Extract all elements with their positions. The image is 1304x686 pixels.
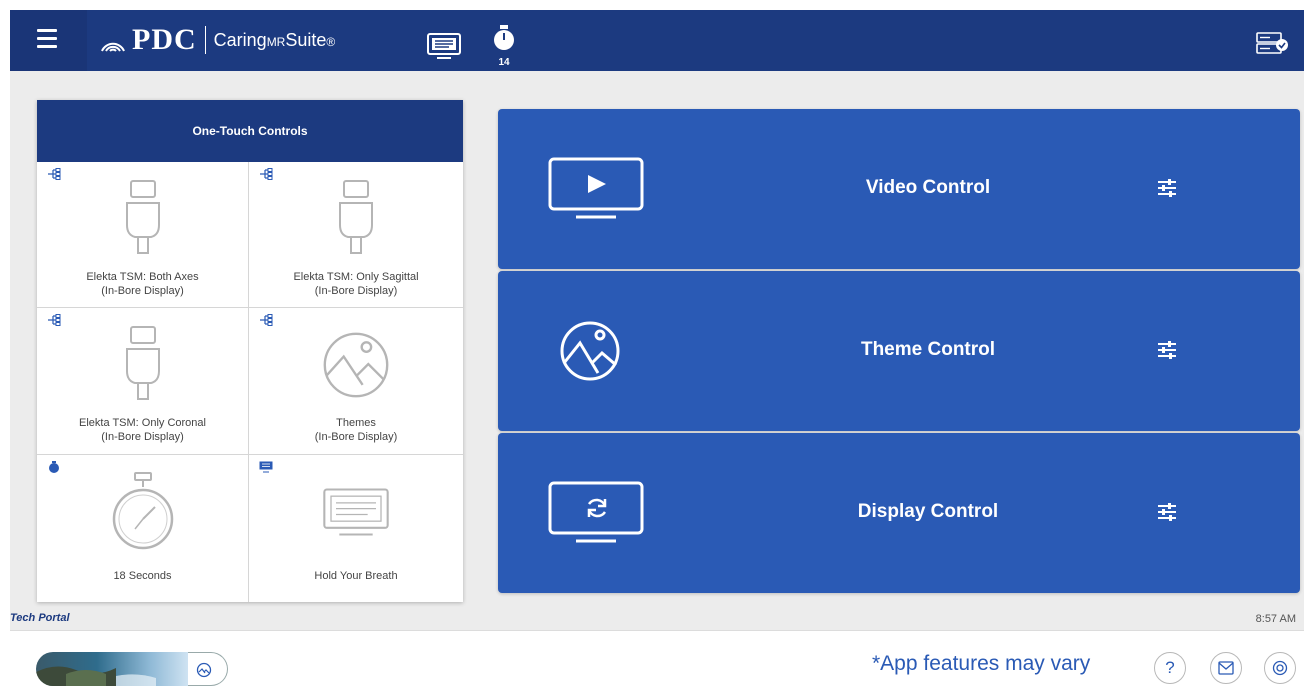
tree-icon — [260, 314, 273, 326]
panel-title: One-Touch Controls — [37, 100, 463, 162]
hamburger-menu-icon[interactable] — [37, 29, 57, 49]
app-root: PDC CaringMRSuite® 14 One-Touch Controls… — [0, 0, 1304, 686]
landscape-icon — [196, 662, 212, 678]
one-touch-grid: Elekta TSM: Both Axes (In-Bore Display) — [37, 162, 463, 602]
sliders-icon[interactable] — [1156, 177, 1178, 199]
suite-name: CaringMRSuite® — [214, 30, 336, 51]
one-touch-cell-only-sagittal[interactable]: Elekta TSM: Only Sagittal (In-Bore Displ… — [249, 162, 463, 308]
suite-suffix: Suite — [285, 29, 327, 50]
stopwatch-icon — [494, 25, 514, 50]
landscape-icon — [560, 321, 620, 381]
tech-portal-link[interactable]: Tech Portal — [10, 612, 70, 624]
cell-label: 18 Seconds — [113, 570, 172, 582]
envelope-icon — [1218, 661, 1234, 675]
theme-toggle-button[interactable] — [188, 652, 228, 686]
footer-divider — [10, 630, 1304, 631]
card-title: Video Control — [865, 177, 991, 198]
suite-prefix: Caring — [213, 29, 267, 50]
coast-image — [36, 666, 156, 686]
top-bar: PDC CaringMRSuite® 14 — [10, 10, 1304, 71]
display-icon — [323, 488, 389, 536]
landscape-icon — [323, 332, 389, 398]
suite-mark: ® — [326, 34, 336, 49]
logo-arc-icon — [101, 42, 125, 52]
one-touch-controls-panel: One-Touch Controls Elekta TSM: Both Axes… — [37, 100, 463, 602]
stopwatch-icon — [112, 472, 173, 550]
stopwatch-count: 14 — [498, 57, 510, 68]
one-touch-cell-only-coronal[interactable]: Elekta TSM: Only Coronal (In-Bore Displa… — [37, 308, 249, 455]
one-touch-cell-both-axes[interactable]: Elekta TSM: Both Axes (In-Bore Display) — [37, 162, 249, 308]
power-button[interactable] — [1264, 652, 1296, 684]
usb-plug-icon — [125, 180, 160, 254]
logo-separator — [204, 26, 206, 54]
usb-plug-icon — [125, 326, 160, 400]
help-button[interactable]: ? — [1154, 652, 1186, 684]
theme-thumbnail[interactable] — [36, 652, 188, 686]
cell-label: Elekta TSM: Only Coronal (In-Bore Displa… — [79, 417, 206, 443]
display-refresh-icon — [548, 481, 644, 543]
logo-text: PDC — [132, 23, 197, 56]
cell-label: Themes (In-Bore Display) — [314, 417, 398, 443]
suite-mid: MR — [266, 34, 286, 49]
power-icon — [1272, 660, 1288, 676]
tree-icon — [48, 168, 61, 180]
theme-control-card[interactable]: Theme Control — [498, 271, 1300, 431]
video-control-card[interactable]: Video Control — [498, 109, 1300, 269]
usb-plug-icon — [339, 180, 373, 254]
cell-label: Elekta TSM: Both Axes (In-Bore Display) — [86, 271, 199, 297]
tree-icon — [260, 168, 273, 180]
stopwatch-indicator[interactable]: 14 — [492, 24, 516, 68]
card-title: Theme Control — [860, 339, 996, 360]
stopwatch-icon — [49, 461, 59, 473]
display-icon — [259, 461, 273, 473]
sliders-icon[interactable] — [1156, 339, 1178, 361]
cell-label: Elekta TSM: Only Sagittal (In-Bore Displ… — [293, 271, 419, 297]
message-button[interactable] — [1210, 652, 1242, 684]
one-touch-cell-themes[interactable]: Themes (In-Bore Display) — [249, 308, 463, 455]
pdc-logo: PDC CaringMRSuite® — [98, 22, 335, 58]
display-control-card[interactable]: Display Control — [498, 433, 1300, 593]
features-note: *App features may vary — [872, 652, 1091, 675]
display-icon[interactable] — [427, 32, 461, 62]
sliders-icon[interactable] — [1156, 501, 1178, 523]
card-title: Display Control — [857, 501, 999, 522]
tree-icon — [48, 314, 61, 326]
help-icon: ? — [1165, 658, 1175, 677]
one-touch-cell-18-seconds[interactable]: 18 Seconds — [37, 455, 249, 602]
clock-time: 8:57 AM — [1255, 613, 1296, 625]
video-play-icon — [548, 157, 644, 219]
one-touch-cell-hold-your-breath[interactable]: Hold Your Breath — [249, 455, 463, 602]
server-status-icon[interactable] — [1256, 32, 1290, 54]
cell-label: Hold Your Breath — [314, 570, 398, 582]
